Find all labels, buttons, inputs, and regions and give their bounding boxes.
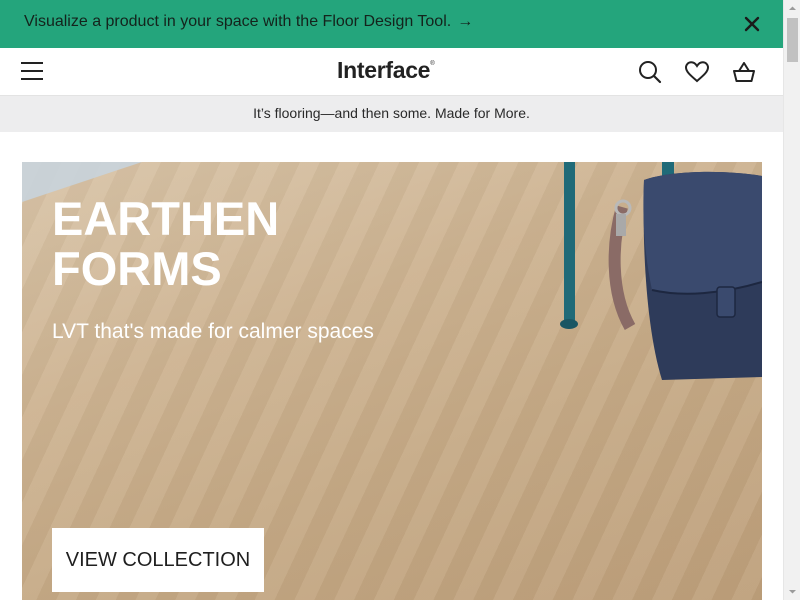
basket-icon[interactable] bbox=[731, 59, 757, 85]
logo-registered-mark: ® bbox=[430, 61, 435, 67]
scrollbar-thumb[interactable] bbox=[787, 18, 798, 62]
promo-text: Visualize a product in your space with t… bbox=[24, 13, 452, 30]
scroll-up-arrow-icon[interactable] bbox=[784, 0, 800, 17]
site-header: Interface® bbox=[0, 48, 783, 96]
page: Visualize a product in your space with t… bbox=[0, 0, 783, 600]
promo-banner: Visualize a product in your space with t… bbox=[0, 0, 783, 48]
tagline-text: It’s flooring—and then some. Made for Mo… bbox=[253, 105, 530, 121]
logo-text: Interface bbox=[337, 57, 431, 83]
vertical-scrollbar[interactable] bbox=[783, 0, 800, 600]
heart-icon[interactable] bbox=[684, 59, 710, 85]
hero-title: EARTHEN FORMS bbox=[52, 194, 412, 294]
hero-subtitle: LVT that's made for calmer spaces bbox=[52, 320, 374, 343]
view-collection-button[interactable]: VIEW COLLECTION bbox=[52, 528, 264, 592]
tagline-bar: It’s flooring—and then some. Made for Mo… bbox=[0, 96, 783, 132]
promo-link[interactable]: Visualize a product in your space with t… bbox=[24, 13, 473, 31]
hero-banner: EARTHEN FORMS LVT that's made for calmer… bbox=[22, 162, 762, 600]
search-icon[interactable] bbox=[637, 59, 663, 85]
hero-title-line1: EARTHEN bbox=[52, 192, 280, 245]
scroll-down-arrow-icon[interactable] bbox=[784, 583, 800, 600]
hero-title-line2: FORMS bbox=[52, 242, 222, 295]
close-icon[interactable] bbox=[740, 12, 764, 36]
menu-icon[interactable] bbox=[21, 62, 43, 82]
arrow-right-icon: → bbox=[457, 13, 474, 30]
logo[interactable]: Interface® bbox=[337, 57, 435, 84]
bag-image bbox=[560, 162, 762, 380]
